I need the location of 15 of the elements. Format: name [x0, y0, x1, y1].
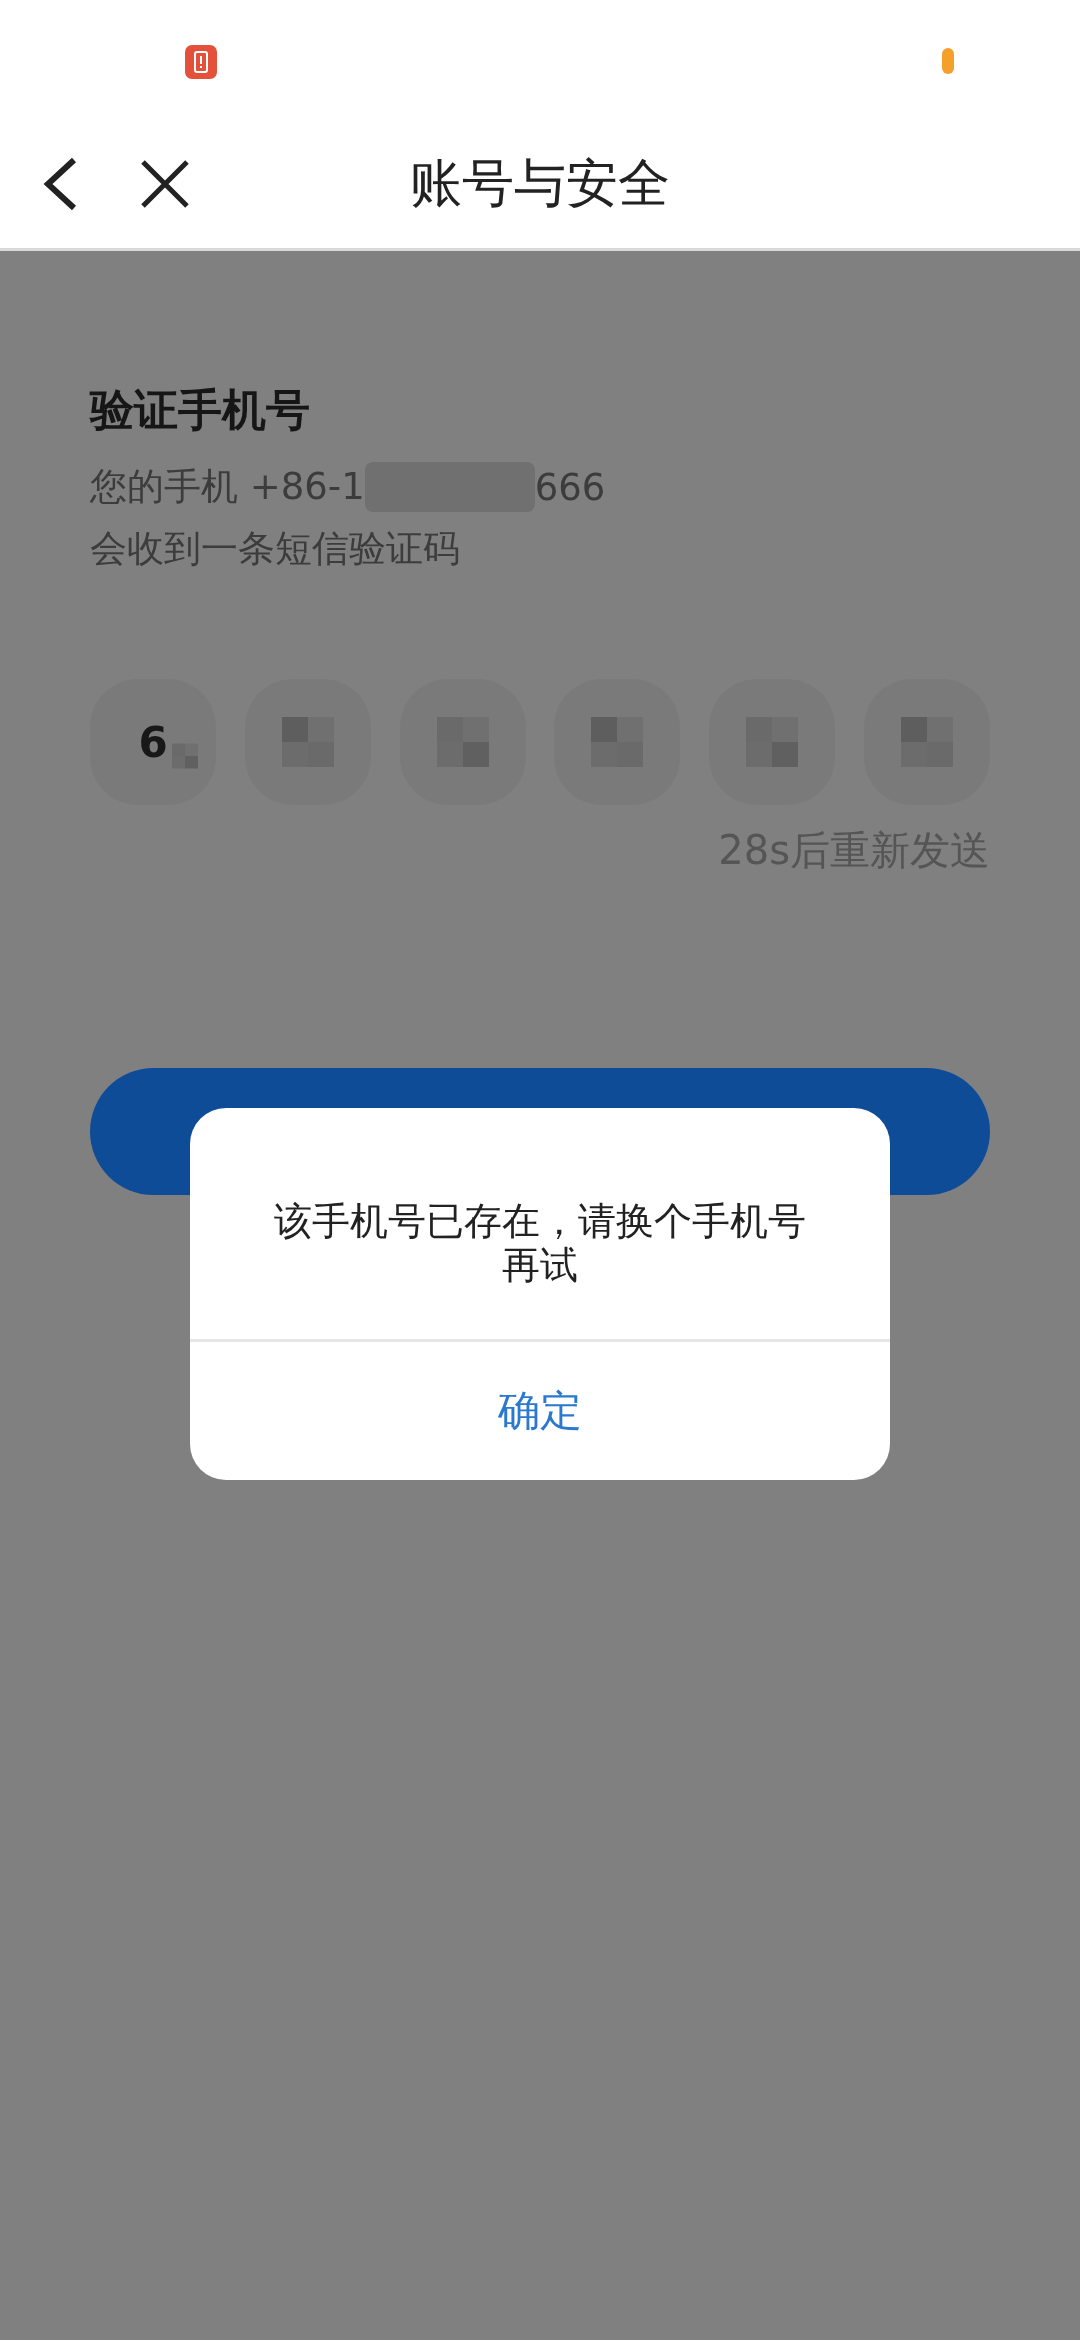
close-button[interactable] [140, 159, 190, 209]
sms-note: 会收到一条短信验证码 [90, 526, 460, 572]
code-box[interactable] [709, 679, 836, 805]
section-title: 验证手机号 [90, 383, 311, 437]
phone-prefix: 您的手机 +86-1 [90, 464, 365, 510]
battery-alert-icon [185, 45, 217, 79]
phone-suffix: 666 [534, 465, 606, 509]
code-box[interactable] [554, 679, 681, 805]
code-box[interactable] [244, 679, 371, 805]
code-box[interactable]: 6 [90, 679, 216, 805]
dialog-message: 该手机号已存在，请换个手机号再试 [273, 1199, 807, 1288]
page-title: 账号与安全 [410, 152, 670, 215]
code-box[interactable] [399, 679, 526, 805]
confirm-button[interactable]: 确定 [190, 1342, 890, 1480]
code-box[interactable] [864, 679, 990, 805]
